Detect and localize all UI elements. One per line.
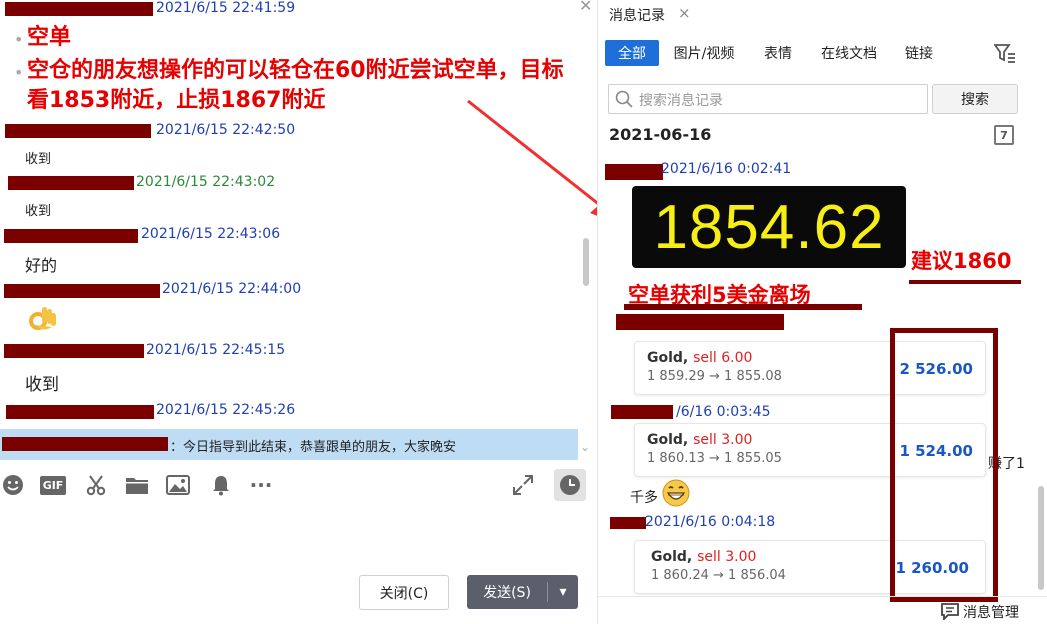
redacted-sender xyxy=(605,164,663,180)
more-icon[interactable]: ··· xyxy=(248,472,274,498)
message-timestamp: 2021/6/15 22:44:00 xyxy=(162,281,302,297)
tab-docs[interactable]: 在线文档 xyxy=(812,40,886,66)
redacted-sender xyxy=(5,2,153,16)
trade-side: sell 3.00 xyxy=(697,549,757,565)
search-placeholder: 搜索消息记录 xyxy=(639,93,723,109)
trade-path: 1 860.13 → 1 855.05 xyxy=(647,451,782,466)
date-heading: 2021-06-16 xyxy=(609,125,712,144)
gif-icon[interactable]: GIF xyxy=(39,472,67,498)
pinned-notice-bar[interactable]: ：今日指导到此结束，恭喜跟单的朋友，大家晚安 xyxy=(0,429,578,460)
redacted-sender xyxy=(6,405,154,419)
calendar-icon[interactable]: 7 xyxy=(994,125,1014,145)
redacted-sender xyxy=(4,284,160,298)
tab-emoji[interactable]: 表情 xyxy=(756,40,800,66)
message-text: 收到 xyxy=(25,375,59,395)
folder-icon[interactable] xyxy=(124,472,150,498)
price-display-image: 1854.62 xyxy=(632,186,906,268)
ok-hand-icon xyxy=(26,303,58,335)
scrollbar-thumb[interactable] xyxy=(583,238,589,286)
redacted-sender xyxy=(8,176,134,190)
message-text: 收到 xyxy=(25,152,52,167)
pinned-notice-text: ：今日指导到此结束，恭喜跟单的朋友，大家晚安 xyxy=(170,440,457,455)
message-text: 好的 xyxy=(25,256,58,275)
filter-icon[interactable] xyxy=(993,43,1016,67)
close-button[interactable]: 关闭(C) xyxy=(359,575,449,610)
trade-asset: Gold, xyxy=(647,350,689,366)
message-timestamp: 2021/6/15 22:41:59 xyxy=(156,0,296,16)
collapse-icon[interactable]: ⌄ xyxy=(580,440,590,454)
tab-media[interactable]: 图片/视频 xyxy=(668,40,740,66)
trade-title: Gold, sell 6.00 xyxy=(647,350,752,366)
send-button[interactable]: 发送(S) ▾ xyxy=(467,575,578,609)
history-icon[interactable] xyxy=(554,469,586,501)
price-value: 1854.62 xyxy=(653,192,885,262)
message-text: 千多 xyxy=(630,490,658,506)
redacted-sender xyxy=(611,405,673,419)
panel-tab-label[interactable]: 消息记录 xyxy=(609,5,665,25)
footer-divider xyxy=(598,596,1047,597)
chevron-down-icon[interactable]: ▾ xyxy=(548,584,578,600)
message-timestamp: 2021/6/15 22:45:15 xyxy=(146,342,286,358)
scrollbar-thumb[interactable] xyxy=(1038,486,1044,590)
close-icon[interactable]: × xyxy=(678,4,691,22)
trade-path: 1 859.29 → 1 855.08 xyxy=(647,369,782,384)
trade-asset: Gold, xyxy=(647,432,689,448)
message-timestamp: 2021/6/16 0:04:18 xyxy=(645,514,776,530)
message-timestamp: 2021/6/15 22:42:50 xyxy=(156,122,296,138)
redacted-bar xyxy=(624,304,862,310)
redacted-sender xyxy=(610,517,646,529)
image-icon[interactable] xyxy=(165,472,191,498)
redacted-sender xyxy=(5,124,151,138)
send-label: 发送(S) xyxy=(483,585,531,601)
search-button[interactable]: 搜索 xyxy=(932,84,1018,114)
emoji-icon[interactable] xyxy=(0,472,26,498)
message-timestamp: /6/16 0:03:45 xyxy=(676,404,771,420)
trade-side: sell 3.00 xyxy=(693,432,753,448)
message-timestamp: 2021/6/15 22:43:02 xyxy=(136,174,276,190)
trade-title: Gold, sell 3.00 xyxy=(647,432,752,448)
bullet-icon: • xyxy=(14,30,24,49)
annotation-suggest: 建议1860 xyxy=(911,249,1012,273)
trade-asset: Gold, xyxy=(651,549,693,565)
search-icon xyxy=(615,90,633,108)
gif-label: GIF xyxy=(39,475,67,495)
redacted-sender xyxy=(2,437,168,451)
tab-all[interactable]: 全部 xyxy=(605,40,659,66)
message-history-panel: 消息记录 × 全部 图片/视频 表情 在线文档 链接 搜索消息记录 搜索 202… xyxy=(597,0,1047,624)
bullet-icon: • xyxy=(14,63,24,82)
message-text: 收到 xyxy=(25,204,52,219)
expand-icon[interactable] xyxy=(510,472,536,498)
trade-title: Gold, sell 3.00 xyxy=(651,549,756,565)
message-timestamp: 2021/6/15 22:43:06 xyxy=(141,226,281,242)
message-timestamp: 2021/6/16 0:02:41 xyxy=(661,161,792,177)
chat-panel: 2021/6/15 22:41:59 ✕ • 空单 • 空仓的朋友想操作的可以轻… xyxy=(0,0,597,624)
redacted-sender xyxy=(4,229,138,243)
grin-emoji-icon xyxy=(661,478,691,508)
trade-side: sell 6.00 xyxy=(693,350,753,366)
scissors-icon[interactable] xyxy=(83,472,109,498)
message-manage-icon[interactable] xyxy=(940,602,960,622)
tab-links[interactable]: 链接 xyxy=(898,40,940,66)
redacted-sender xyxy=(4,344,144,358)
message-timestamp: 2021/6/15 22:45:26 xyxy=(156,402,296,418)
trade-path: 1 860.24 → 1 856.04 xyxy=(651,568,786,583)
annotation-short: 空单 xyxy=(27,25,72,50)
close-icon[interactable]: ✕ xyxy=(579,0,592,15)
redact-underline xyxy=(909,280,1021,284)
bell-icon[interactable] xyxy=(208,472,234,498)
search-input[interactable]: 搜索消息记录 xyxy=(608,84,928,114)
redacted-sender xyxy=(616,314,784,330)
message-manage-label[interactable]: 消息管理 xyxy=(963,602,1019,622)
annotation-highlight-box xyxy=(890,328,998,602)
